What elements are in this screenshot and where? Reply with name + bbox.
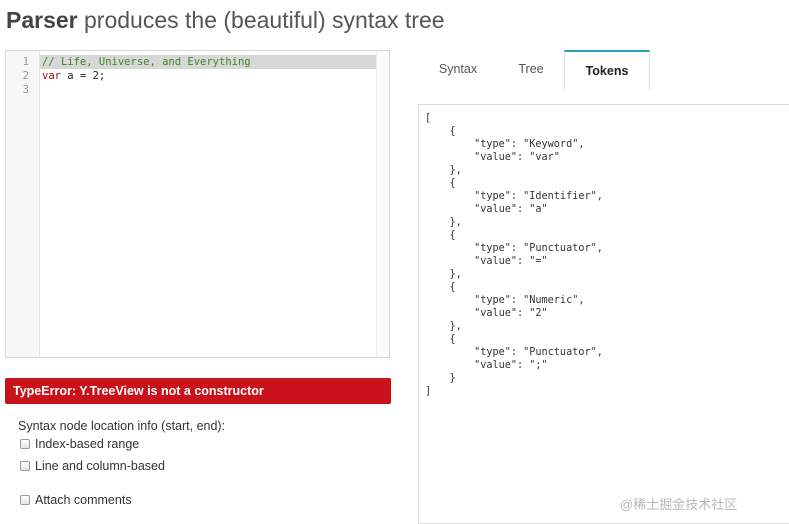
- line-number: 1: [22, 56, 29, 68]
- error-banner: TypeError: Y.TreeView is not a construct…: [5, 378, 391, 404]
- index-range-option[interactable]: Index-based range: [20, 436, 139, 452]
- line-column-label: Line and column-based: [35, 459, 165, 473]
- tokens-output-panel: [ { "type": "Keyword", "value": "var" },…: [418, 104, 789, 524]
- attach-comments-option[interactable]: Attach comments: [20, 492, 132, 508]
- line-column-checkbox[interactable]: [20, 461, 30, 471]
- code-comment: // Life, Universe, and Everything: [42, 56, 251, 68]
- line-number: 3: [22, 84, 29, 96]
- code-area[interactable]: // Life, Universe, and Everything var a …: [40, 55, 377, 97]
- page-title: Parser produces the (beautiful) syntax t…: [6, 7, 445, 34]
- tab-tokens[interactable]: Tokens: [564, 50, 650, 89]
- code-text: a = 2;: [60, 70, 106, 82]
- editor-scrollbar[interactable]: [376, 51, 389, 357]
- output-tabs: Syntax Tree Tokens: [418, 50, 789, 89]
- code-line-active[interactable]: // Life, Universe, and Everything: [40, 55, 377, 69]
- code-line[interactable]: [40, 83, 377, 97]
- page-title-bold: Parser: [6, 7, 78, 33]
- index-range-checkbox[interactable]: [20, 439, 30, 449]
- options-title: Syntax node location info (start, end):: [18, 419, 226, 433]
- location-options: Syntax node location info (start, end): …: [18, 418, 226, 507]
- attach-comments-checkbox[interactable]: [20, 495, 30, 505]
- tokens-json: [ { "type": "Keyword", "value": "var" },…: [425, 113, 603, 397]
- page-title-rest: produces the (beautiful) syntax tree: [77, 7, 445, 33]
- line-number: 2: [22, 70, 29, 82]
- tab-tree[interactable]: Tree: [498, 50, 564, 88]
- attach-comments-label: Attach comments: [35, 493, 132, 507]
- code-editor[interactable]: 1 2 3 // Life, Universe, and Everything …: [5, 50, 390, 358]
- watermark: @稀土掘金技术社区: [620, 497, 738, 512]
- line-column-option[interactable]: Line and column-based: [20, 458, 165, 474]
- tab-syntax[interactable]: Syntax: [418, 50, 498, 88]
- code-keyword: var: [42, 70, 61, 82]
- editor-gutter: 1 2 3: [6, 51, 40, 357]
- code-line[interactable]: var a = 2;: [40, 69, 377, 83]
- index-range-label: Index-based range: [35, 437, 140, 451]
